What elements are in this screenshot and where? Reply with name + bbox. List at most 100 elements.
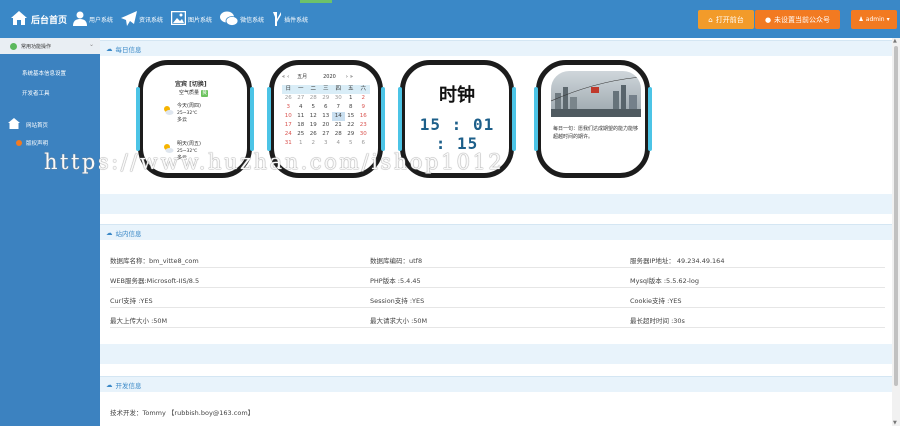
prev-month-icon[interactable]: ‹ bbox=[287, 74, 289, 80]
home-small-icon: ⌂ bbox=[708, 15, 713, 24]
calendar-day[interactable]: 6 bbox=[320, 103, 333, 112]
nav-wechat-system[interactable]: 微信系统 bbox=[220, 11, 264, 28]
info-row: Curl支持 :YES Session支持 :YES Cookie支持 :YES bbox=[110, 288, 885, 308]
calendar-day[interactable]: 30 bbox=[357, 130, 370, 139]
calendar-day[interactable]: 25 bbox=[295, 130, 308, 139]
info-max-request: 最大请求大小 :50M bbox=[370, 317, 428, 325]
info-session: Session支持 :YES bbox=[370, 297, 425, 305]
nav-home-label: 后台首页 bbox=[31, 15, 68, 26]
calendar-day[interactable]: 8 bbox=[345, 103, 358, 112]
calendar-day[interactable]: 21 bbox=[332, 121, 345, 130]
aqi-badge: 良 bbox=[201, 90, 209, 97]
weather-city[interactable]: 宜宾 [切换] bbox=[175, 79, 207, 88]
nav-plugin-system[interactable]: 插件系统 bbox=[272, 11, 308, 28]
nav-news-label: 资讯系统 bbox=[139, 16, 164, 24]
nav-user-label: 用户系统 bbox=[89, 16, 114, 24]
calendar-day[interactable]: 26 bbox=[307, 130, 320, 139]
calendar-day[interactable]: 7 bbox=[332, 103, 345, 112]
sidebar-header[interactable]: 常用功能操作 ⌄ bbox=[0, 38, 100, 54]
calendar-year[interactable]: 2020 bbox=[323, 74, 336, 80]
nav-news-system[interactable]: 资讯系统 bbox=[121, 10, 164, 28]
calendar-day[interactable]: 2 bbox=[357, 94, 370, 103]
today-label: 今天(周四) bbox=[177, 103, 201, 109]
calendar-day[interactable]: 5 bbox=[307, 103, 320, 112]
calendar-day[interactable]: 3 bbox=[320, 139, 333, 148]
vertical-scrollbar[interactable]: ▲ ▼ bbox=[892, 38, 900, 426]
calendar-day[interactable]: 27 bbox=[320, 130, 333, 139]
calendar-day[interactable]: 14 bbox=[332, 112, 345, 121]
calendar-day[interactable]: 26 bbox=[282, 94, 295, 103]
daily-info-header: ☁ 每日信息 bbox=[100, 40, 892, 56]
nav-user-system[interactable]: 用户系统 bbox=[73, 11, 113, 28]
sidebar-group-label: 网站首页 bbox=[26, 122, 49, 129]
info-web-server: WEB服务器:Microsoft-IIS/8.5 bbox=[110, 277, 200, 285]
calendar-day[interactable]: 23 bbox=[357, 121, 370, 130]
info-max-upload: 最大上传大小 :50M bbox=[110, 317, 168, 325]
plus-circle-icon bbox=[10, 42, 17, 50]
calendar-day[interactable]: 11 bbox=[295, 112, 308, 121]
caret-down-icon: ▾ bbox=[886, 16, 890, 23]
calendar-day[interactable]: 30 bbox=[332, 94, 345, 103]
info-server-ip: 服务器IP地址： 49.234.49.164 bbox=[630, 257, 725, 265]
calendar-day[interactable]: 10 bbox=[282, 112, 295, 121]
calendar-day[interactable]: 4 bbox=[295, 103, 308, 112]
calendar-day[interactable]: 12 bbox=[307, 112, 320, 121]
scrollbar-thumb[interactable] bbox=[894, 46, 898, 386]
calendar-day[interactable]: 5 bbox=[345, 139, 358, 148]
cloud-icon-2: ☁ bbox=[106, 228, 113, 237]
calendar-day[interactable]: 1 bbox=[345, 94, 358, 103]
nav-image-system[interactable]: 图片系统 bbox=[170, 10, 213, 27]
calendar-day[interactable]: 6 bbox=[357, 139, 370, 148]
sidebar-group-home[interactable]: 网站首页 bbox=[8, 118, 48, 131]
calendar-day[interactable]: 4 bbox=[332, 139, 345, 148]
calendar-day[interactable]: 27 bbox=[295, 94, 308, 103]
info-mysql-version: Mysql版本 :5.5.62-log bbox=[630, 277, 699, 285]
next-year-icon[interactable]: » bbox=[350, 74, 353, 80]
calendar-day[interactable]: 3 bbox=[282, 103, 295, 112]
calendar-day[interactable]: 9 bbox=[357, 103, 370, 112]
next-month-icon[interactable]: › bbox=[346, 74, 348, 80]
calendar-day[interactable]: 15 bbox=[345, 112, 358, 121]
cityscape-photo bbox=[551, 71, 641, 117]
official-account-button[interactable]: ● 未设置当前公众号 bbox=[755, 10, 840, 29]
calendar-day[interactable]: 16 bbox=[357, 112, 370, 121]
calendar-month[interactable]: 五月 bbox=[297, 73, 307, 80]
dev-info-header: ☁ 开发信息 bbox=[100, 376, 892, 392]
calendar-day[interactable]: 19 bbox=[307, 121, 320, 130]
calendar-day[interactable]: 17 bbox=[282, 121, 295, 130]
calendar-day[interactable]: 22 bbox=[345, 121, 358, 130]
sidebar-item-dev-tools[interactable]: 开发者工具 bbox=[22, 89, 50, 97]
clock-title: 时钟 bbox=[439, 85, 475, 106]
watermark-text: https://www.huzhan.com/ishop1012 bbox=[44, 150, 505, 174]
calendar-day[interactable]: 18 bbox=[295, 121, 308, 130]
scroll-down-icon[interactable]: ▼ bbox=[893, 420, 897, 426]
calendar-header: « ‹ 五月 2020 › » bbox=[282, 73, 370, 81]
calendar-day[interactable]: 24 bbox=[282, 130, 295, 139]
calendar-day[interactable]: 2 bbox=[307, 139, 320, 148]
home-icon bbox=[10, 10, 28, 28]
calendar-day[interactable]: 31 bbox=[282, 139, 295, 148]
cloud-icon: ☁ bbox=[106, 44, 113, 53]
nav-image-label: 图片系统 bbox=[188, 16, 213, 24]
user-icon bbox=[73, 11, 88, 28]
calendar-day[interactable]: 20 bbox=[320, 121, 333, 130]
calendar-day[interactable]: 1 bbox=[295, 139, 308, 148]
partly-cloudy-icon bbox=[163, 105, 174, 116]
admin-label: admin bbox=[865, 16, 885, 23]
scroll-up-icon[interactable]: ▲ bbox=[893, 38, 897, 44]
calendar-day[interactable]: 13 bbox=[320, 112, 333, 121]
nav-plugin-label: 插件系统 bbox=[284, 16, 309, 24]
sidebar-item-copyright[interactable]: 版权声明 bbox=[16, 139, 48, 147]
admin-menu-button[interactable]: ♟ admin ▾ bbox=[851, 10, 897, 29]
info-php-version: PHP版本 :5.4.45 bbox=[370, 277, 421, 285]
open-frontend-button[interactable]: ⌂ 打开前台 bbox=[698, 10, 754, 29]
nav-home[interactable]: 后台首页 bbox=[10, 10, 67, 28]
calendar-day[interactable]: 29 bbox=[320, 94, 333, 103]
sidebar-item-copyright-label: 版权声明 bbox=[26, 141, 49, 147]
main-nav: 后台首页 用户系统 资讯系统 图片系统 微信系统 插件系统 bbox=[0, 0, 316, 38]
prev-year-icon[interactable]: « bbox=[282, 74, 285, 80]
calendar-day[interactable]: 28 bbox=[307, 94, 320, 103]
calendar-day[interactable]: 29 bbox=[345, 130, 358, 139]
calendar-day[interactable]: 28 bbox=[332, 130, 345, 139]
sidebar-item-system-settings[interactable]: 系统基本信息设置 bbox=[22, 69, 66, 77]
